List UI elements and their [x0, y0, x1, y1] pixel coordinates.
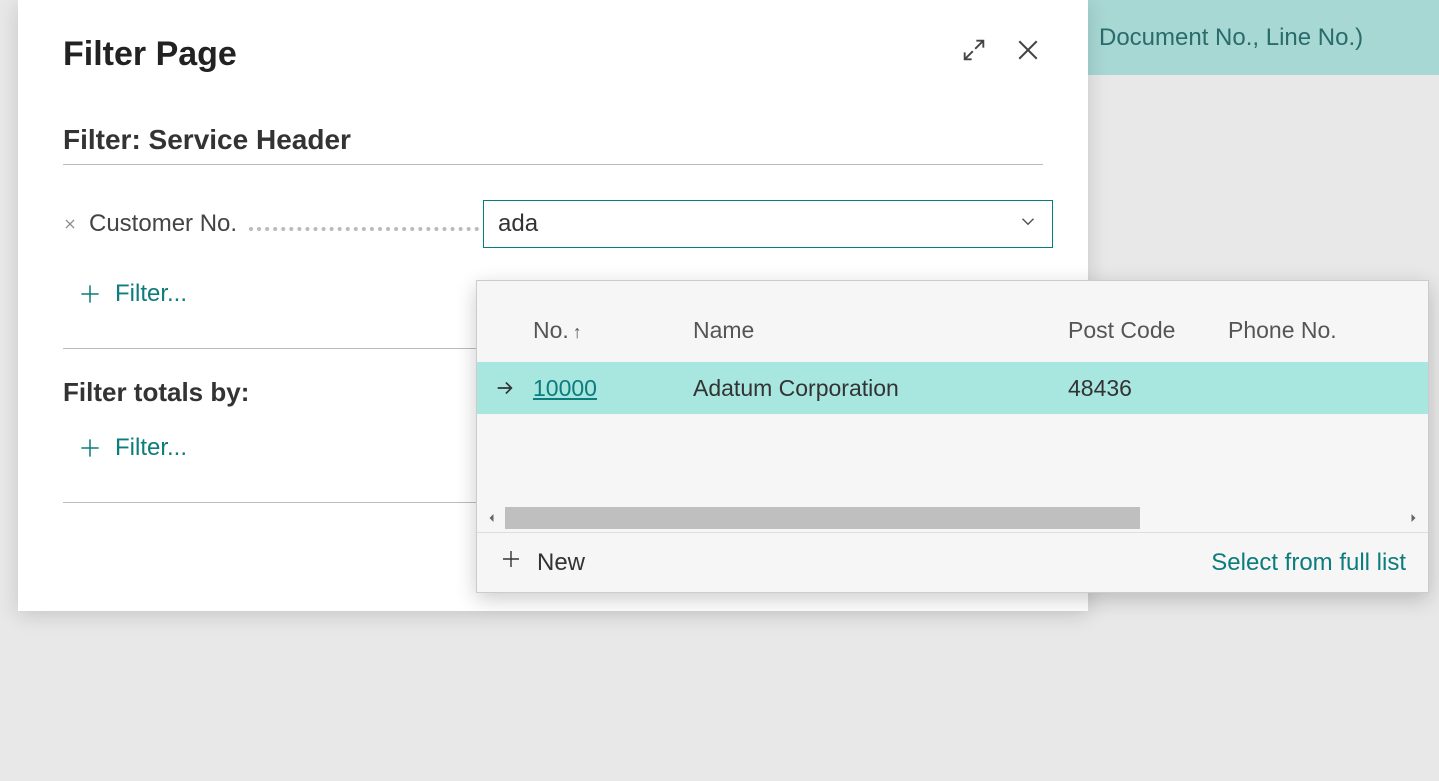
sort-asc-icon: ↑ — [573, 322, 582, 342]
column-header-postcode[interactable]: Post Code — [1068, 317, 1228, 344]
background-header-text: Document No., Line No.) — [1099, 21, 1363, 55]
remove-filter-icon[interactable] — [63, 217, 77, 231]
col-spacer — [477, 317, 533, 344]
row-postcode-cell: 48436 — [1068, 375, 1228, 402]
column-header-name[interactable]: Name — [693, 317, 1068, 344]
customer-no-filter-row: Customer No. — [63, 200, 1043, 248]
column-header-phoneno[interactable]: Phone No. — [1228, 317, 1428, 344]
dropdown-header: No.↑ Name Post Code Phone No. — [477, 281, 1428, 362]
scroll-track-empty[interactable] — [1144, 507, 1404, 529]
row-no-cell[interactable]: 10000 — [533, 375, 693, 402]
close-icon[interactable] — [1013, 35, 1043, 65]
add-filter-label: Filter... — [115, 280, 187, 308]
plus-icon — [77, 435, 103, 461]
customer-no-input[interactable] — [483, 200, 1053, 248]
filter-section-title: Filter: Service Header — [63, 124, 1043, 165]
new-record-button[interactable]: New — [499, 547, 585, 578]
page-title: Filter Page — [63, 35, 237, 74]
dropdown-footer: New Select from full list — [477, 532, 1428, 592]
modal-controls — [960, 35, 1043, 65]
plus-icon — [77, 281, 103, 307]
dropdown-empty-area — [477, 414, 1428, 504]
scroll-left-icon[interactable] — [483, 512, 501, 524]
field-label-wrap: Customer No. — [63, 210, 483, 238]
new-label: New — [537, 549, 585, 577]
column-no-label: No. — [533, 317, 569, 343]
expand-icon[interactable] — [960, 36, 988, 64]
page-background-header: Document No., Line No.) — [1069, 0, 1439, 75]
scroll-right-icon[interactable] — [1404, 512, 1422, 524]
label-dotted-line — [249, 221, 479, 231]
add-totals-filter-label: Filter... — [115, 434, 187, 462]
customer-lookup-dropdown: No.↑ Name Post Code Phone No. 10000 Adat… — [476, 280, 1429, 593]
select-from-full-list-link[interactable]: Select from full list — [1211, 549, 1406, 577]
modal-header: Filter Page — [63, 35, 1043, 74]
customer-no-label: Customer No. — [89, 210, 237, 238]
scroll-thumb[interactable] — [505, 507, 1140, 529]
lookup-result-row[interactable]: 10000 Adatum Corporation 48436 — [477, 362, 1428, 414]
column-header-no[interactable]: No.↑ — [533, 317, 693, 344]
horizontal-scrollbar[interactable] — [477, 504, 1428, 532]
customer-no-input-wrap — [483, 200, 1053, 248]
row-name-cell: Adatum Corporation — [693, 375, 1068, 402]
row-select-arrow-icon — [477, 377, 533, 399]
row-no-link[interactable]: 10000 — [533, 375, 597, 401]
plus-icon — [499, 547, 523, 578]
